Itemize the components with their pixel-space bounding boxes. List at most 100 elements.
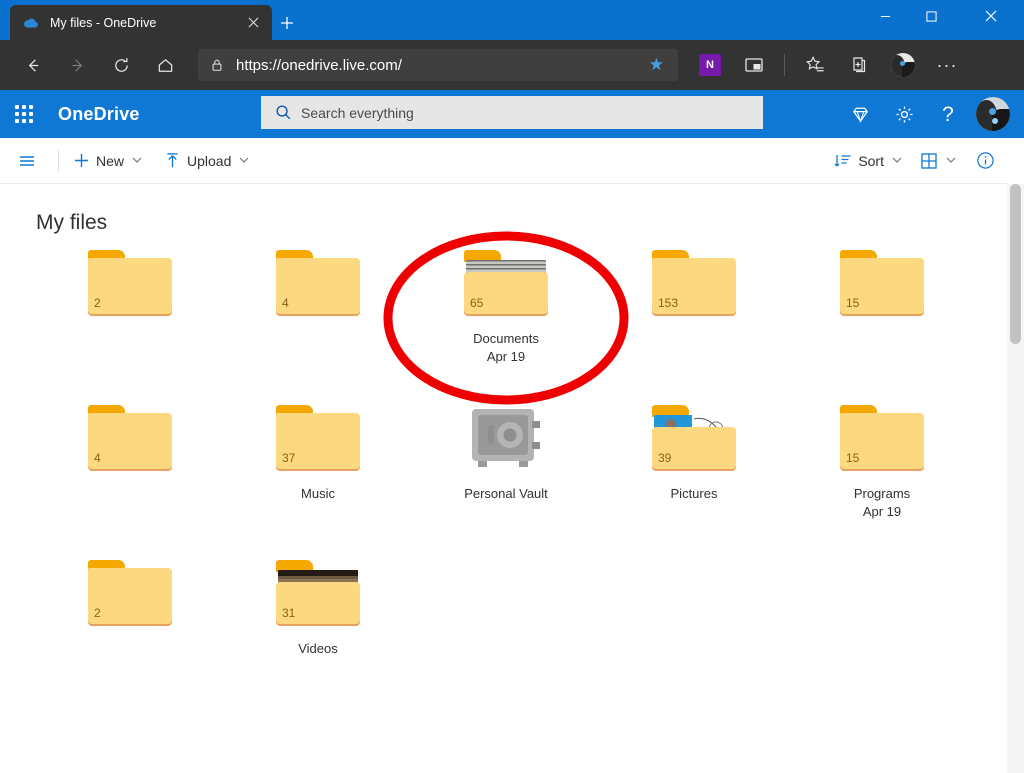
- scrollbar-thumb[interactable]: [1010, 184, 1021, 344]
- new-tab-button[interactable]: [272, 9, 302, 37]
- upload-arrow-icon: [164, 152, 181, 169]
- upload-button-label: Upload: [187, 153, 231, 169]
- collections-icon[interactable]: [840, 47, 878, 83]
- folder-item-count: 4: [282, 296, 289, 310]
- address-bar[interactable]: https://onedrive.live.com/ ★: [198, 49, 678, 81]
- hamburger-menu-icon[interactable]: [4, 139, 50, 183]
- folder-item-count: 2: [94, 296, 101, 310]
- file-tile-name: Personal Vault: [464, 485, 548, 503]
- file-tile[interactable]: 4: [36, 401, 224, 556]
- folder-item-count: 153: [658, 296, 678, 310]
- lock-icon: [206, 58, 228, 72]
- user-avatar[interactable]: [976, 97, 1010, 131]
- onedrive-cloud-icon: [22, 14, 40, 32]
- plus-icon: [73, 152, 90, 169]
- command-bar: New Upload Sort: [0, 138, 1007, 184]
- browser-title-bar: My files - OneDrive: [0, 0, 1024, 40]
- star-filled-icon[interactable]: ★: [643, 55, 670, 75]
- settings-more-label: ···: [937, 60, 958, 70]
- window-maximize-button[interactable]: [908, 0, 954, 32]
- file-tile[interactable]: Personal Vault: [412, 401, 600, 556]
- folder-icon: 153: [652, 250, 736, 316]
- folder-item-count: 37: [282, 451, 295, 465]
- sort-button-label: Sort: [858, 153, 884, 169]
- profile-avatar-icon[interactable]: [884, 47, 922, 83]
- folder-icon: 65: [464, 250, 548, 316]
- file-tile-date: Apr 19: [863, 503, 901, 521]
- back-arrow-icon[interactable]: [14, 46, 52, 84]
- onedrive-brand-label[interactable]: OneDrive: [58, 104, 140, 125]
- file-tile-date: Apr 19: [487, 348, 525, 366]
- folder-icon: 37: [276, 405, 360, 471]
- browser-tab[interactable]: My files - OneDrive: [10, 5, 272, 40]
- file-tile-name: Music: [301, 485, 335, 503]
- grid-view-icon: [920, 152, 938, 170]
- folder-icon: 39: [652, 405, 736, 471]
- folder-item-count: 15: [846, 451, 859, 465]
- file-tile-name: Pictures: [671, 485, 718, 503]
- view-options-button[interactable]: [914, 141, 962, 181]
- chevron-down-icon: [946, 157, 956, 164]
- folder-item-count: 15: [846, 296, 859, 310]
- app-launcher-icon[interactable]: [0, 90, 48, 138]
- file-tile[interactable]: 15: [788, 246, 976, 401]
- file-tile-name: Documents: [473, 330, 539, 348]
- info-icon: [976, 151, 995, 170]
- folder-icon: 15: [840, 405, 924, 471]
- folder-item-count: 2: [94, 606, 101, 620]
- file-tile[interactable]: 37 Music: [224, 401, 412, 556]
- file-tile[interactable]: 4: [224, 246, 412, 401]
- window-minimize-button[interactable]: [862, 0, 908, 32]
- command-bar-right-group: Sort: [828, 141, 1007, 181]
- file-tile[interactable]: 2: [36, 246, 224, 401]
- vertical-scrollbar[interactable]: [1007, 184, 1024, 773]
- folder-icon: 4: [276, 250, 360, 316]
- search-input[interactable]: [301, 105, 753, 121]
- sort-button[interactable]: Sort: [828, 141, 908, 181]
- file-tile[interactable]: 15 ProgramsApr 19: [788, 401, 976, 556]
- folder-item-count: 65: [470, 296, 483, 310]
- browser-window: My files - OneDrive: [0, 0, 1024, 773]
- file-tile-name: Programs: [854, 485, 910, 503]
- file-tile[interactable]: 153: [600, 246, 788, 401]
- help-question-icon[interactable]: ?: [926, 92, 970, 136]
- file-tile[interactable]: 2: [36, 556, 224, 711]
- info-button[interactable]: [970, 141, 1001, 181]
- chevron-down-icon: [239, 157, 249, 164]
- toolbar-divider: [784, 54, 785, 76]
- picture-in-picture-icon[interactable]: [735, 47, 773, 83]
- command-bar-divider: [58, 150, 59, 172]
- onenote-extension-icon[interactable]: N: [691, 47, 729, 83]
- folder-icon: 2: [88, 250, 172, 316]
- settings-more-icon[interactable]: ···: [928, 47, 966, 83]
- suite-bar-actions: ?: [838, 90, 1018, 138]
- folder-item-count: 4: [94, 451, 101, 465]
- settings-gear-icon[interactable]: [882, 92, 926, 136]
- tab-close-icon[interactable]: [242, 12, 264, 34]
- folder-item-count: 39: [658, 451, 671, 465]
- new-button[interactable]: New: [67, 141, 148, 181]
- favorites-icon[interactable]: [796, 47, 834, 83]
- upload-button[interactable]: Upload: [158, 141, 255, 181]
- folder-icon: 31: [276, 560, 360, 626]
- file-tile-name: Videos: [298, 640, 338, 658]
- file-tile[interactable]: 39 Pictures: [600, 401, 788, 556]
- files-grid: 2465DocumentsApr 1915315437MusicPersonal…: [36, 246, 976, 711]
- chevron-down-icon: [892, 157, 902, 164]
- sort-icon: [834, 152, 852, 170]
- folder-icon: 4: [88, 405, 172, 471]
- file-tile[interactable]: 31 Videos: [224, 556, 412, 711]
- premium-diamond-icon[interactable]: [838, 92, 882, 136]
- address-bar-url: https://onedrive.live.com/: [236, 57, 402, 74]
- page-title: My files: [36, 211, 107, 235]
- file-tile[interactable]: 65 DocumentsApr 19: [412, 246, 600, 401]
- tab-title: My files - OneDrive: [50, 16, 242, 30]
- home-icon[interactable]: [146, 46, 184, 84]
- window-close-button[interactable]: [968, 0, 1014, 32]
- chevron-down-icon: [132, 157, 142, 164]
- search-box[interactable]: [261, 96, 763, 129]
- reload-icon[interactable]: [102, 46, 140, 84]
- personal-vault-safe-icon: [464, 405, 548, 471]
- forward-arrow-icon[interactable]: [58, 46, 96, 84]
- browser-toolbar: https://onedrive.live.com/ ★ N ···: [0, 40, 1024, 90]
